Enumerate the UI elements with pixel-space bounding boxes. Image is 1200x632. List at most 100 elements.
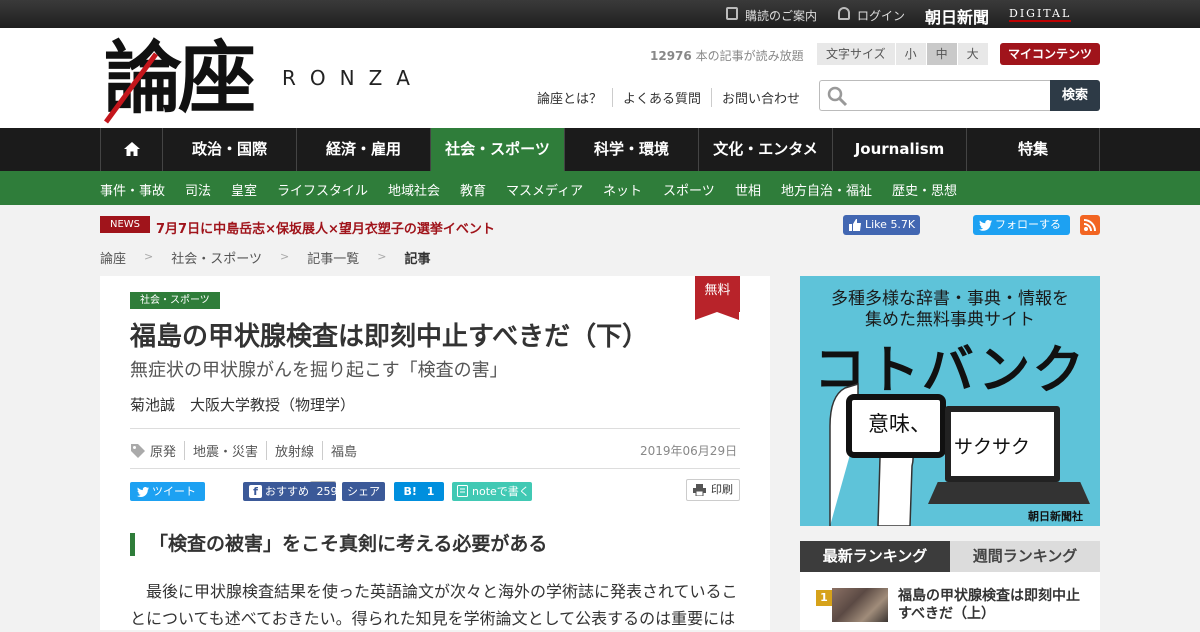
font-size-small[interactable]: 小 bbox=[895, 43, 927, 65]
breadcrumb-home[interactable]: 論座 bbox=[100, 248, 126, 267]
breadcrumb-separator: > bbox=[377, 250, 387, 263]
search-button[interactable]: 検索 bbox=[1050, 80, 1100, 111]
header-links: 論座とは？ よくある質問 お問い合わせ bbox=[537, 88, 810, 107]
subnav-item[interactable]: 世相 bbox=[735, 180, 761, 199]
hatena-icon: B! bbox=[403, 485, 417, 498]
tag-item[interactable]: 放射線 bbox=[266, 441, 322, 460]
note-share-button[interactable]: noteで書く bbox=[452, 482, 532, 501]
ranking-tabs: 最新ランキング 週間ランキング bbox=[800, 541, 1100, 572]
ad-laptop-base bbox=[928, 482, 1090, 504]
tab-weekly-ranking[interactable]: 週間ランキング bbox=[950, 541, 1100, 572]
subnav-item[interactable]: 歴史・思想 bbox=[892, 180, 957, 199]
breadcrumb-current: 記事 bbox=[404, 252, 431, 267]
divider bbox=[130, 428, 740, 429]
news-label: NEWS bbox=[100, 216, 150, 233]
faq-link[interactable]: よくある質問 bbox=[612, 88, 711, 107]
ad-word-saku: サクサク bbox=[954, 436, 1031, 458]
kotobank-ad[interactable]: 多種多様な辞書・事典・情報を 集めた無料事典サイト コトバンク 意味、 サクサク… bbox=[800, 276, 1100, 526]
subnav-item[interactable]: 地域社会 bbox=[388, 180, 440, 199]
contact-link[interactable]: お問い合わせ bbox=[711, 88, 810, 107]
rank-number: 1 bbox=[816, 590, 832, 606]
category-badge[interactable]: 社会・スポーツ bbox=[130, 292, 220, 309]
breadcrumb: 論座 > 社会・スポーツ > 記事一覧 > 記事 bbox=[100, 248, 430, 267]
article-title: 福島の甲状腺検査は即刻中止すべきだ（下） bbox=[130, 322, 649, 352]
article-panel: 社会・スポーツ 無料 福島の甲状腺検査は即刻中止すべきだ（下） 無症状の甲状腺が… bbox=[100, 276, 770, 630]
sub-nav: 事件・事故 司法 皇室 ライフスタイル 地域社会 教育 マスメディア ネット ス… bbox=[0, 171, 1200, 205]
nav-science[interactable]: 科学・環境 bbox=[564, 128, 698, 171]
rank-thumbnail[interactable] bbox=[832, 588, 888, 622]
facebook-share-button[interactable]: シェア bbox=[342, 482, 385, 501]
subnav-item[interactable]: 事件・事故 bbox=[100, 180, 165, 199]
facebook-like-button[interactable]: Like 5.7K bbox=[843, 215, 920, 235]
subnav-item[interactable]: マスメディア bbox=[506, 180, 583, 199]
site-header: 論座 RONZA 12976 本の記事が読み放題 文字サイズ 小 中 大 マイコ… bbox=[0, 28, 1200, 128]
subnav-item[interactable]: スポーツ bbox=[663, 180, 715, 199]
twitter-bird-icon bbox=[137, 487, 149, 497]
breadcrumb-separator: > bbox=[279, 250, 290, 263]
nav-society[interactable]: 社会・スポーツ bbox=[430, 128, 564, 171]
font-size-label: 文字サイズ bbox=[817, 43, 896, 65]
article-author[interactable]: 菊池誠 大阪大学教授（物理学） bbox=[130, 394, 355, 415]
recommend-count: 259 bbox=[316, 485, 338, 498]
about-link[interactable]: 論座とは？ bbox=[537, 88, 612, 107]
nav-culture[interactable]: 文化・エンタメ bbox=[698, 128, 832, 171]
my-contents-button[interactable]: マイコンテンツ bbox=[1000, 43, 1100, 65]
subnav-item[interactable]: 司法 bbox=[185, 180, 211, 199]
breadcrumb-category[interactable]: 社会・スポーツ bbox=[171, 248, 262, 267]
hatena-count: 1 bbox=[426, 485, 435, 498]
logo-slash-icon bbox=[104, 52, 159, 124]
login-link[interactable]: ログイン bbox=[857, 7, 905, 24]
rank-article-link[interactable]: 福島の甲状腺検査は即刻中止すべきだ（上） bbox=[898, 587, 1088, 623]
tweet-label: ツイート bbox=[152, 485, 196, 498]
free-badge: 無料 bbox=[695, 276, 740, 320]
font-size-medium[interactable]: 中 bbox=[926, 43, 958, 65]
follow-label: フォローする bbox=[995, 218, 1061, 231]
subnav-item[interactable]: 皇室 bbox=[231, 180, 257, 199]
note-label: noteで書く bbox=[472, 485, 530, 498]
article-body: 最後に甲状腺検査結果を使った英語論文が次々と海外の学術誌に発表されていることにつ… bbox=[130, 582, 738, 628]
article-count-number: 12976 bbox=[650, 49, 692, 63]
ronza-logo-sub: RONZA bbox=[282, 66, 424, 90]
asahi-brand-logo[interactable]: 朝日新聞 bbox=[925, 4, 989, 28]
article-date: 2019年06月29日 bbox=[640, 444, 738, 458]
tag-item[interactable]: 地震・災害 bbox=[184, 441, 266, 460]
edit-icon bbox=[726, 7, 738, 20]
font-size-large[interactable]: 大 bbox=[957, 43, 989, 65]
subnav-item[interactable]: 教育 bbox=[460, 180, 486, 199]
facebook-recommend-button[interactable]: f おすすめ 259 bbox=[243, 482, 338, 501]
nav-economy[interactable]: 経済・雇用 bbox=[296, 128, 430, 171]
article-count: 12976 本の記事が読み放題 bbox=[650, 47, 804, 64]
search-input[interactable] bbox=[819, 80, 1050, 111]
nav-journalism[interactable]: Journalism bbox=[832, 128, 966, 171]
subnav-item[interactable]: ライフスタイル bbox=[277, 180, 368, 199]
news-headline-link[interactable]: 7月7日に中島岳志×保坂展人×望月衣塑子の選挙イベント bbox=[156, 218, 495, 237]
tag-item[interactable]: 福島 bbox=[322, 441, 365, 460]
asahi-digital-logo[interactable]: DIGITAL bbox=[1009, 7, 1072, 22]
section-heading: 「検査の被害」をこそ真剣に考える必要がある bbox=[130, 533, 547, 556]
nav-home[interactable] bbox=[100, 128, 162, 171]
lock-icon bbox=[838, 7, 850, 20]
top-bar: 購読のご案内 ログイン 朝日新聞 DIGITAL bbox=[0, 0, 1200, 28]
twitter-follow-button[interactable]: フォローする bbox=[973, 215, 1070, 235]
twitter-bird-icon bbox=[979, 220, 992, 231]
tweet-button[interactable]: ツイート bbox=[130, 482, 205, 501]
tag-item[interactable]: 原発 bbox=[146, 441, 184, 460]
rss-icon bbox=[1083, 219, 1096, 232]
breadcrumb-list[interactable]: 記事一覧 bbox=[307, 248, 359, 267]
ad-word-meaning: 意味、 bbox=[868, 412, 931, 436]
nav-features[interactable]: 特集 bbox=[966, 128, 1100, 171]
print-button[interactable]: 印刷 bbox=[686, 479, 740, 501]
ad-credit: 朝日新聞社 bbox=[1028, 510, 1083, 523]
tag-list: 原発 地震・災害 放射線 福島 bbox=[130, 441, 365, 460]
rss-button[interactable] bbox=[1080, 215, 1100, 235]
subnav-item[interactable]: 地方自治・福祉 bbox=[781, 180, 872, 199]
nav-politics[interactable]: 政治・国際 bbox=[162, 128, 296, 171]
home-icon bbox=[123, 142, 140, 156]
tab-latest-ranking[interactable]: 最新ランキング bbox=[800, 541, 950, 572]
like-label: Like bbox=[865, 218, 887, 231]
subnav-item[interactable]: ネット bbox=[603, 180, 642, 199]
divider bbox=[130, 468, 740, 469]
subscribe-link[interactable]: 購読のご案内 bbox=[745, 7, 817, 24]
hatena-bookmark-button[interactable]: B! 1 bbox=[394, 482, 444, 501]
note-icon bbox=[457, 485, 468, 497]
